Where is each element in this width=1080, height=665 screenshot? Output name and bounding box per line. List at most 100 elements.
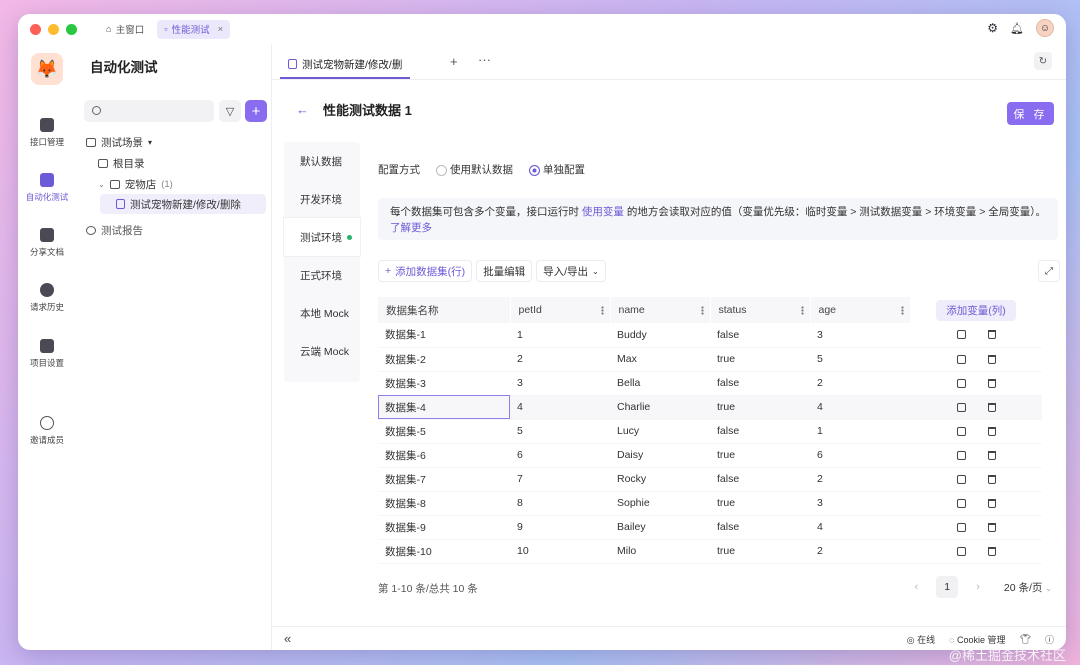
table-cell[interactable]: 数据集-7: [378, 467, 510, 492]
copy-icon[interactable]: [956, 450, 966, 460]
trash-icon[interactable]: [987, 498, 996, 508]
doc-tab-active[interactable]: 测试宠物新建/修改/删: [280, 51, 411, 79]
col-header-age[interactable]: age: [810, 297, 911, 323]
table-cell[interactable]: Rocky: [610, 467, 710, 492]
tree-report[interactable]: 测试报告: [86, 223, 143, 238]
table-row[interactable]: 数据集-7 7 Rocky false 2: [378, 467, 1042, 492]
table-cell[interactable]: Milo: [610, 539, 710, 564]
radio-default[interactable]: 使用默认数据: [428, 162, 513, 177]
settings-icon[interactable]: ⚙: [987, 21, 998, 35]
tree-folder-petstore[interactable]: ⌄ 宠物店 (1): [98, 177, 173, 192]
table-cell[interactable]: true: [710, 395, 810, 420]
env-test[interactable]: 测试环境: [284, 218, 360, 256]
table-cell[interactable]: 2: [810, 467, 910, 492]
import-export-button[interactable]: 导入/导出 ⌄: [536, 260, 606, 282]
table-cell[interactable]: 2: [810, 371, 910, 396]
add-button[interactable]: +: [245, 100, 267, 122]
copy-icon[interactable]: [956, 378, 966, 388]
tree-root-dir[interactable]: 根目录: [98, 156, 145, 171]
table-cell[interactable]: 5: [510, 419, 610, 444]
batch-edit-button[interactable]: 批量编辑: [476, 260, 533, 282]
learn-more-link[interactable]: 了解更多: [390, 222, 432, 234]
env-prod[interactable]: 正式环境: [284, 256, 360, 294]
table-cell[interactable]: false: [710, 323, 810, 348]
table-cell[interactable]: 1: [510, 323, 610, 348]
table-cell[interactable]: 数据集-5: [378, 419, 510, 444]
table-cell[interactable]: 数据集-10: [378, 539, 510, 564]
table-cell[interactable]: 数据集-1: [378, 323, 510, 348]
table-cell[interactable]: 1: [810, 419, 910, 444]
zoom-window-button[interactable]: [66, 23, 77, 35]
close-window-button[interactable]: [30, 23, 41, 35]
tree-scene-group[interactable]: 测试场景 ▾: [86, 135, 152, 150]
column-menu-icon[interactable]: [800, 306, 804, 315]
add-column-button[interactable]: 添加变量(列): [936, 299, 1016, 321]
copy-icon[interactable]: [956, 354, 966, 364]
more-tabs-button[interactable]: ···: [478, 52, 491, 67]
table-cell[interactable]: true: [710, 539, 810, 564]
table-row[interactable]: 数据集-4 4 Charlie true 4: [378, 395, 1042, 420]
prev-page-button[interactable]: ‹: [915, 581, 919, 593]
table-cell[interactable]: 2: [810, 539, 910, 564]
trash-icon[interactable]: [987, 354, 996, 364]
rail-item-history[interactable]: 请求历史: [18, 283, 76, 313]
close-tab-icon[interactable]: ×: [218, 24, 224, 35]
table-row[interactable]: 数据集-10 10 Milo true 2: [378, 539, 1042, 564]
rail-item-project-settings[interactable]: 项目设置: [18, 339, 76, 369]
table-cell[interactable]: 2: [510, 347, 610, 372]
copy-icon[interactable]: [956, 402, 966, 412]
table-cell[interactable]: 10: [510, 539, 610, 564]
minimize-window-button[interactable]: [48, 23, 59, 35]
table-cell[interactable]: 数据集-9: [378, 515, 510, 540]
table-cell[interactable]: 3: [510, 371, 610, 396]
trash-icon[interactable]: [987, 402, 996, 412]
save-button[interactable]: 保 存: [1007, 102, 1054, 125]
table-cell[interactable]: false: [710, 467, 810, 492]
column-menu-icon[interactable]: [900, 306, 904, 315]
online-status[interactable]: ◎ 在线: [907, 633, 935, 646]
table-cell[interactable]: Max: [610, 347, 710, 372]
shirt-icon[interactable]: 👕︎: [1020, 634, 1031, 645]
page-size-select[interactable]: 20 条/页 ⌄: [1004, 580, 1052, 595]
col-header-petid[interactable]: petId: [510, 297, 611, 323]
table-row[interactable]: 数据集-9 9 Bailey false 4: [378, 515, 1042, 540]
trash-icon[interactable]: [987, 546, 996, 556]
col-header-status[interactable]: status: [710, 297, 811, 323]
table-cell[interactable]: 3: [810, 323, 910, 348]
tab-perf-test[interactable]: ▫ 性能测试 ×: [157, 19, 231, 39]
table-cell[interactable]: 数据集-3: [378, 371, 510, 396]
env-dev[interactable]: 开发环境: [284, 180, 360, 218]
table-cell[interactable]: Bailey: [610, 515, 710, 540]
avatar[interactable]: ☺: [1036, 19, 1054, 37]
table-cell[interactable]: 数据集-8: [378, 491, 510, 516]
table-row[interactable]: 数据集-5 5 Lucy false 1: [378, 419, 1042, 444]
filter-button[interactable]: ▽: [219, 100, 241, 122]
table-cell[interactable]: true: [710, 347, 810, 372]
table-cell[interactable]: Sophie: [610, 491, 710, 516]
trash-icon[interactable]: [987, 330, 996, 340]
table-cell[interactable]: true: [710, 443, 810, 468]
trash-icon[interactable]: [987, 522, 996, 532]
table-cell[interactable]: 6: [810, 443, 910, 468]
table-cell[interactable]: Charlie: [610, 395, 710, 420]
trash-icon[interactable]: [987, 474, 996, 484]
table-cell[interactable]: false: [710, 515, 810, 540]
table-cell[interactable]: 9: [510, 515, 610, 540]
copy-icon[interactable]: [956, 498, 966, 508]
col-header-dataset[interactable]: 数据集名称: [378, 297, 511, 323]
trash-icon[interactable]: [987, 426, 996, 436]
use-variable-link[interactable]: 使用变量: [582, 206, 624, 218]
table-row[interactable]: 数据集-8 8 Sophie true 3: [378, 491, 1042, 516]
rail-item-share-docs[interactable]: 分享文档: [18, 228, 76, 258]
table-cell[interactable]: 数据集-4: [378, 395, 510, 420]
env-local-mock[interactable]: 本地 Mock: [284, 294, 360, 332]
table-row[interactable]: 数据集-3 3 Bella false 2: [378, 371, 1042, 396]
copy-icon[interactable]: [956, 330, 966, 340]
back-button[interactable]: ←: [296, 102, 309, 117]
table-cell[interactable]: true: [710, 491, 810, 516]
table-row[interactable]: 数据集-6 6 Daisy true 6: [378, 443, 1042, 468]
trash-icon[interactable]: [987, 378, 996, 388]
table-cell[interactable]: Lucy: [610, 419, 710, 444]
copy-icon[interactable]: [956, 522, 966, 532]
radio-custom[interactable]: 单独配置: [521, 162, 585, 177]
